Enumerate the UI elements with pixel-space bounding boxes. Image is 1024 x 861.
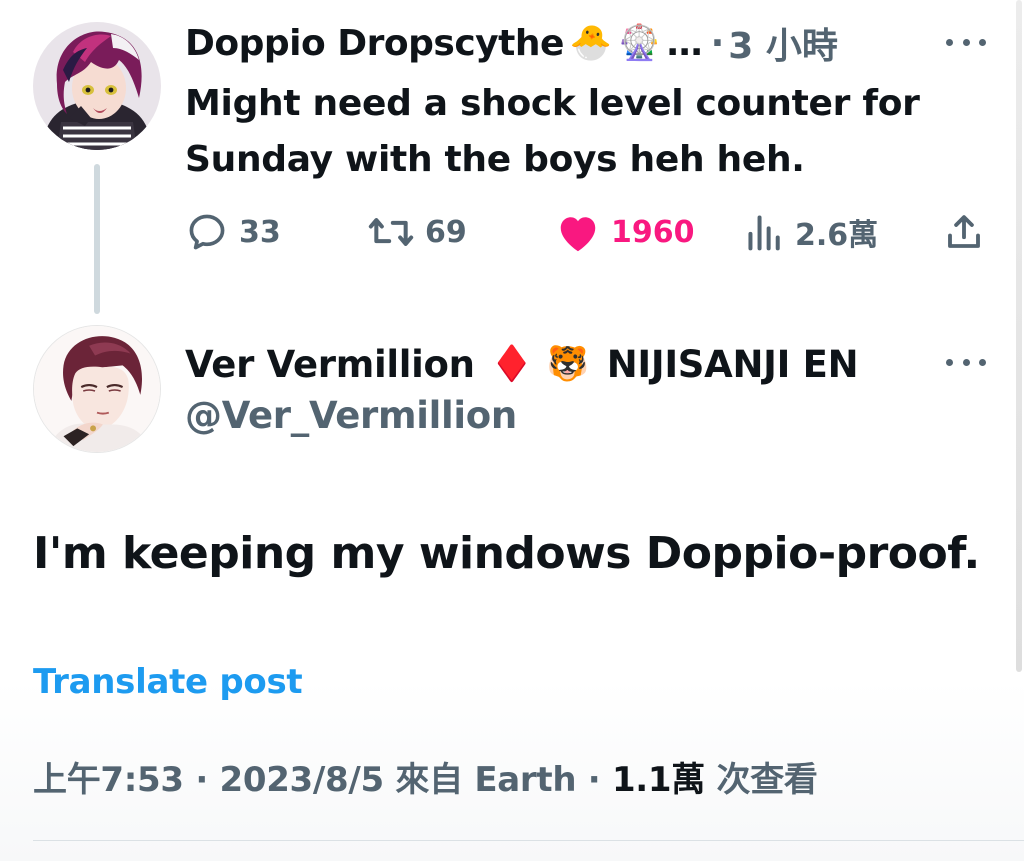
translate-post-link[interactable]: Translate post — [33, 662, 303, 702]
reply-button[interactable]: 33 — [185, 207, 281, 257]
like-count: 1960 — [611, 214, 695, 250]
tweet-metadata: 上午7:53 · 2023/8/5 來自 Earth · 1.1萬 次查看 — [33, 752, 818, 801]
reply-icon — [189, 214, 225, 250]
parent-tweet-actions: 33 69 1960 2.6萬 — [185, 207, 985, 257]
tweet-source: 來自 Earth — [383, 760, 577, 800]
heart-filled-icon — [560, 217, 596, 252]
tweet-thread-page: Doppio Dropscythe 🐣 🎡 … · 3 小時 Might nee… — [0, 0, 1024, 861]
parent-tweet-header: Doppio Dropscythe 🐣 🎡 … · 3 小時 — [185, 18, 838, 68]
scrollbar[interactable] — [1016, 0, 1022, 672]
red-diamond-emoji: ♦️ — [490, 344, 533, 384]
reply-count: 33 — [239, 214, 281, 250]
repost-button[interactable]: 69 — [367, 207, 467, 257]
views-button[interactable]: 2.6萬 — [745, 207, 878, 257]
header-separator: · — [710, 22, 725, 64]
more-options-icon[interactable] — [946, 352, 986, 372]
hatching-chick-emoji: 🐣 — [569, 23, 613, 63]
more-options-icon[interactable] — [946, 32, 986, 52]
avatar-ver-image — [34, 326, 160, 452]
avatar-ver[interactable] — [33, 325, 161, 453]
ferris-wheel-emoji: 🎡 — [618, 23, 661, 63]
tweet-views-count: 1.1萬 — [611, 760, 705, 800]
parent-tweet-time[interactable]: 3 小時 — [728, 17, 838, 69]
meta-separator: · — [576, 760, 612, 800]
tweet-views-label: 次查看 — [704, 760, 818, 800]
reply-author-name[interactable]: Ver Vermillion — [185, 343, 475, 386]
share-button[interactable] — [943, 207, 985, 257]
parent-author-name[interactable]: Doppio Dropscythe — [185, 23, 564, 64]
avatar-doppio-image — [33, 22, 161, 150]
parent-tweet-text: Might need a shock level counter for Sun… — [185, 83, 920, 180]
reply-author-row: Ver Vermillion ♦️ 🐯 NIJISANJI EN — [185, 338, 859, 390]
tiger-face-emoji: 🐯 — [546, 344, 589, 384]
name-truncation-ellipsis: … — [666, 22, 703, 64]
tweet-date[interactable]: 2023/8/5 — [219, 760, 384, 800]
thread-connector-line — [94, 164, 100, 314]
reply-author-affiliation: NIJISANJI EN — [606, 342, 859, 386]
meta-separator: · — [183, 760, 220, 800]
avatar-doppio[interactable] — [33, 22, 161, 150]
repost-count: 69 — [425, 214, 467, 250]
reply-author-handle[interactable]: @Ver_Vermillion — [185, 394, 517, 437]
tweet-time[interactable]: 上午7:53 — [33, 760, 184, 800]
share-icon — [948, 215, 980, 248]
reply-tweet-text: I'm keeping my windows Doppio-proof. — [33, 528, 980, 579]
views-count: 2.6萬 — [795, 218, 879, 253]
divider — [33, 840, 1024, 841]
like-button[interactable]: 1960 — [555, 207, 695, 257]
repost-icon — [368, 218, 414, 246]
views-chart-icon — [748, 215, 780, 251]
